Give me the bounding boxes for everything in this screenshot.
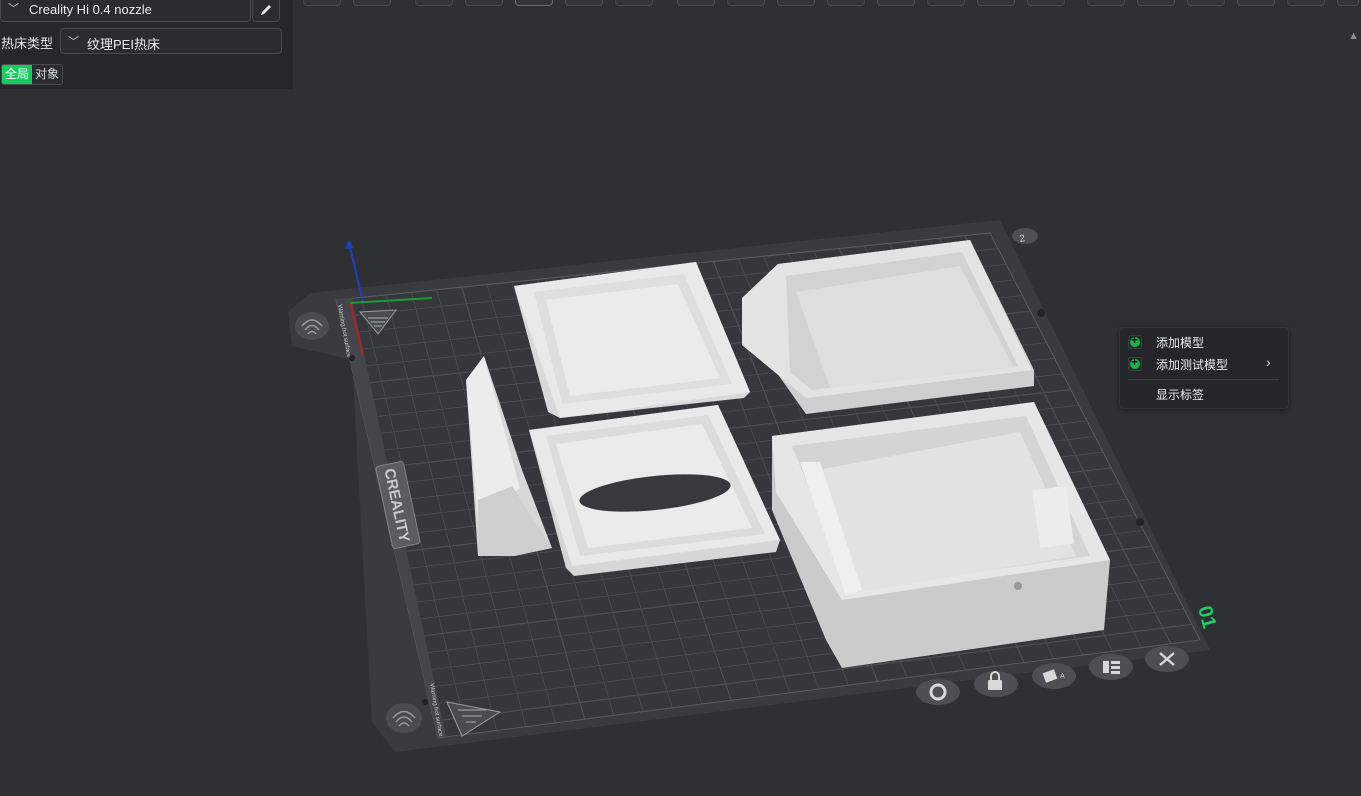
lock-icon[interactable] — [974, 671, 1018, 697]
scope-global-button[interactable]: 全局 — [2, 65, 33, 84]
bed-type-value: 纹理PEI热床 — [87, 37, 160, 52]
toolbar-button-10[interactable] — [777, 0, 815, 6]
toolbar-button-2[interactable] — [353, 0, 391, 6]
toolbar-button-19[interactable] — [1237, 0, 1275, 6]
toolbar-button-3[interactable] — [415, 0, 453, 6]
menu-item-add-test-model[interactable]: 添加测试模型 › — [1120, 353, 1286, 375]
edit-printer-button[interactable] — [252, 0, 280, 22]
top-toolbar — [293, 0, 1361, 17]
scope-object-button[interactable]: 对象 — [32, 65, 63, 84]
bed-type-select[interactable]: ﹀ 纹理PEI热床 — [60, 28, 282, 54]
toolbar-button-20[interactable] — [1287, 0, 1325, 6]
context-menu: 添加模型 添加测试模型 › 显示标签 — [1119, 327, 1289, 409]
toolbar-button-4[interactable] — [465, 0, 503, 6]
menu-divider — [1128, 379, 1279, 380]
toolbar-button-13[interactable] — [927, 0, 965, 6]
toolbar-button-21[interactable] — [1337, 0, 1359, 6]
toolbar-button-16[interactable] — [1087, 0, 1125, 6]
collapse-arrow-icon[interactable]: ▲ — [1348, 30, 1359, 42]
scope-toggle: 全局 对象 — [1, 64, 64, 85]
pencil-icon — [261, 5, 271, 15]
toolbar-button-15[interactable] — [1027, 0, 1065, 6]
bed-type-label: 热床类型 — [1, 36, 54, 51]
arrange-icon[interactable] — [1089, 654, 1133, 680]
menu-item-label: 添加测试模型 — [1156, 358, 1229, 372]
printer-select[interactable]: ﹀ Creality Hi 0.4 nozzle — [0, 0, 251, 22]
toolbar-button-6[interactable] — [565, 0, 603, 6]
fingerprint-icon-bottom — [386, 703, 422, 733]
chevron-down-icon: ﹀ — [8, 3, 19, 15]
toolbar-button-5[interactable] — [515, 0, 553, 6]
fingerprint-icon — [295, 312, 329, 340]
toolbar-button-18[interactable] — [1187, 0, 1225, 6]
menu-item-show-labels[interactable]: 显示标签 — [1120, 383, 1286, 405]
gear-icon[interactable] — [916, 679, 960, 705]
toolbar-button-14[interactable] — [977, 0, 1015, 6]
toolbar-button-8[interactable] — [677, 0, 715, 6]
toolbar-button-9[interactable] — [727, 0, 765, 6]
menu-item-add-model[interactable]: 添加模型 — [1120, 331, 1286, 353]
plus-icon — [1128, 355, 1142, 371]
close-icon[interactable] — [1145, 646, 1189, 672]
chevron-right-icon: › — [1266, 354, 1271, 370]
toolbar-button-12[interactable] — [877, 0, 915, 6]
menu-item-label: 显示标签 — [1156, 388, 1205, 402]
toolbar-button-11[interactable] — [827, 0, 865, 6]
toolbar-button-1[interactable] — [303, 0, 341, 6]
auto-orient-icon[interactable]: A — [1032, 663, 1076, 689]
printer-name: Creality Hi 0.4 nozzle — [29, 2, 152, 17]
settings-panel: ﹀ Creality Hi 0.4 nozzle 热床类型 ﹀ 纹理PEI热床 … — [0, 0, 293, 89]
toolbar-button-7[interactable] — [615, 0, 653, 6]
toolbar-button-17[interactable] — [1137, 0, 1175, 6]
chevron-down-icon: ﹀ — [68, 36, 79, 48]
svg-text:A: A — [1060, 673, 1065, 680]
menu-item-label: 添加模型 — [1156, 336, 1205, 350]
plus-icon — [1128, 333, 1142, 349]
